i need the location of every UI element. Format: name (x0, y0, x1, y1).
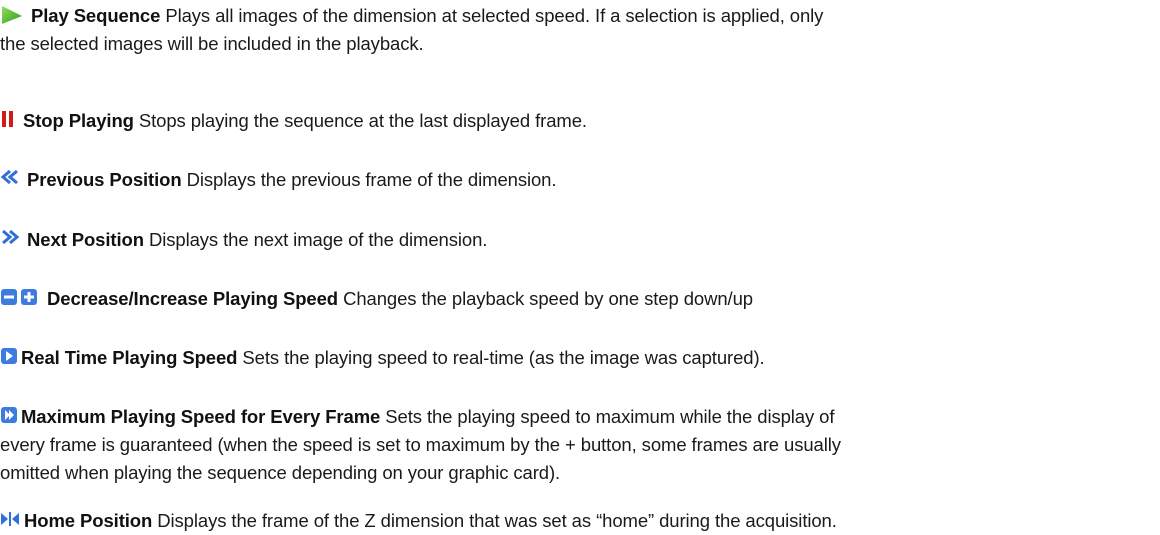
term-label: Previous Position (27, 169, 182, 190)
play-icon (0, 4, 24, 24)
home-position-icon (0, 509, 20, 529)
entry-play-sequence: Play Sequence Plays all images of the di… (0, 2, 1140, 58)
description: Sets the playing speed to real-time (as … (242, 347, 765, 368)
speed-decrease-increase-icon (0, 287, 40, 307)
description: Displays the previous frame of the dimen… (186, 169, 557, 190)
description-cont: omitted when playing the sequence depend… (0, 462, 561, 483)
term-label: Maximum Playing Speed for Every Frame (21, 406, 381, 427)
max-speed-icon (0, 405, 18, 425)
rewind-icon (0, 168, 20, 188)
term-label: Stop Playing (23, 110, 134, 131)
description: Changes the playback speed by one step d… (343, 288, 753, 309)
entry-previous-position: Previous Position Displays the previous … (0, 166, 1140, 194)
pause-icon (0, 109, 16, 129)
description: Displays the frame of the Z dimension th… (157, 510, 837, 531)
term-label: Home Position (24, 510, 153, 531)
realtime-speed-icon (0, 346, 18, 366)
term-label: Decrease/Increase Playing Speed (47, 288, 339, 309)
description: Sets the playing speed to maximum while … (385, 406, 835, 427)
entry-stop-playing: Stop Playing Stops playing the sequence … (0, 107, 1140, 135)
term-label: Play Sequence (31, 5, 161, 26)
document: Play Sequence Plays all images of the di… (0, 0, 1160, 535)
entry-real-time-speed: Real Time Playing Speed Sets the playing… (0, 344, 1140, 372)
term-label: Real Time Playing Speed (21, 347, 238, 368)
entry-home-position: Home Position Displays the frame of the … (0, 507, 1140, 535)
description: Stops playing the sequence at the last d… (138, 110, 587, 131)
entry-playing-speed: Decrease/Increase Playing Speed Changes … (0, 285, 1140, 313)
entry-next-position: Next Position Displays the next image of… (0, 226, 1140, 254)
description-cont: every frame is guaranteed (when the spee… (0, 434, 841, 455)
term-label: Next Position (27, 229, 144, 250)
fast-forward-icon (0, 228, 20, 248)
entry-max-speed: Maximum Playing Speed for Every Frame Se… (0, 403, 1140, 487)
description-cont: the selected images will be included in … (0, 33, 424, 54)
description: Plays all images of the dimension at sel… (165, 5, 824, 26)
description: Displays the next image of the dimension… (148, 229, 488, 250)
